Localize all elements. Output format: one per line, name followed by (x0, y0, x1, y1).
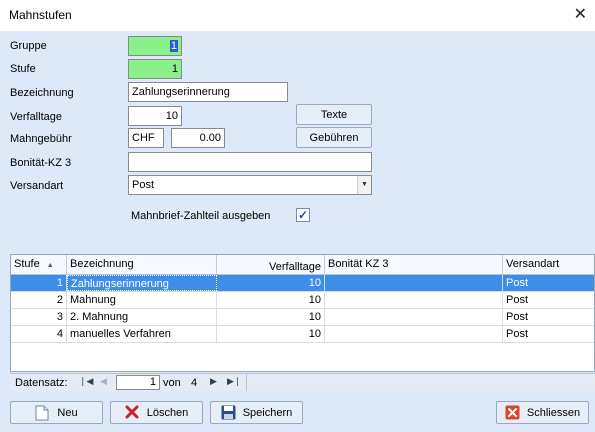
navigator-label: Datensatz: (15, 377, 68, 389)
table-row[interactable]: 3 2. Mahnung 10 Post (11, 309, 594, 326)
loeschen-label: Löschen (146, 406, 189, 419)
bonitaet-field[interactable] (128, 152, 372, 172)
speichern-label: Speichern (242, 406, 293, 419)
column-header-verfalltage[interactable]: Verfalltage (217, 255, 325, 274)
cell-stufe: 2 (11, 292, 67, 308)
last-record-icon[interactable]: ▶❘ (227, 376, 241, 387)
versandart-value: Post (132, 179, 155, 191)
bezeichnung-label: Bezeichnung (10, 87, 74, 99)
previous-record-icon[interactable]: ◀ (100, 376, 107, 387)
cell-bezeichnung: 2. Mahnung (67, 309, 217, 325)
cell-verfalltage: 10 (217, 309, 325, 325)
texte-label: Texte (320, 108, 348, 121)
speichern-button[interactable]: Speichern (210, 401, 303, 424)
schliessen-button[interactable]: Schliessen (496, 401, 589, 424)
window-title: Mahnstufen (9, 8, 72, 22)
cell-bonitaet (325, 326, 503, 342)
navigator-divider (246, 374, 247, 391)
stufe-label: Stufe (10, 63, 36, 75)
sort-ascending-icon: ▲ (46, 262, 54, 269)
cell-versandart: Post (506, 277, 529, 289)
cell-stufe: 1 (11, 275, 67, 291)
cell-verfalltage: 10 (217, 292, 325, 308)
versandart-label: Versandart (10, 180, 64, 192)
cell-versandart: Post (506, 311, 529, 323)
next-record-icon[interactable]: ▶ (210, 376, 217, 387)
zahlteil-checkbox[interactable]: ✓ (296, 208, 310, 222)
mahngebuehr-label: Mahngebühr (10, 133, 72, 145)
schliessen-label: Schliessen (526, 406, 581, 419)
mahngebuehr-currency-field[interactable]: CHF (128, 128, 164, 148)
gruppe-label: Gruppe (10, 40, 47, 52)
texte-button[interactable]: Texte (296, 104, 372, 125)
close-icon[interactable]: ✕ (574, 4, 587, 24)
cell-bonitaet (325, 309, 503, 325)
delete-x-icon (125, 405, 141, 421)
column-header-stufe[interactable]: Stufe ▲ (11, 255, 67, 274)
gebuehren-button[interactable]: Gebühren (296, 127, 372, 148)
zahlteil-label: Mahnbrief-Zahlteil ausgeben (131, 210, 271, 222)
cell-bezeichnung: manuelles Verfahren (67, 326, 217, 342)
cell-stufe: 4 (11, 326, 67, 342)
stufe-field[interactable]: 1 (128, 59, 182, 79)
column-header-bezeichnung[interactable]: Bezeichnung (67, 255, 217, 274)
bonitaet-label: Bonität-KZ 3 (10, 157, 72, 169)
cell-stufe: 3 (11, 309, 67, 325)
verfalltage-label: Verfalltage (10, 111, 62, 123)
gruppe-field[interactable]: 1 (128, 36, 182, 56)
column-header-versandart[interactable]: Versandart (503, 255, 595, 274)
cell-verfalltage: 10 (217, 275, 325, 291)
neu-label: Neu (57, 406, 78, 419)
title-bar: Mahnstufen ✕ (0, 0, 595, 31)
floppy-disk-icon (221, 405, 237, 421)
navigator-of-label: von (163, 377, 181, 389)
cell-bonitaet (325, 275, 503, 291)
record-position-input[interactable]: 1 (116, 375, 160, 390)
first-record-icon[interactable]: ❘◀ (79, 376, 93, 387)
table-row[interactable]: 1 Zahlungserinnerung 10 Post (11, 275, 594, 292)
neu-button[interactable]: Neu (10, 401, 103, 424)
chevron-down-icon[interactable]: ▼ (357, 176, 371, 194)
loeschen-button[interactable]: Löschen (110, 401, 203, 424)
table-row[interactable]: 2 Mahnung 10 Post (11, 292, 594, 309)
cell-bonitaet (325, 292, 503, 308)
cell-bezeichnung: Mahnung (67, 292, 217, 308)
versandart-dropdown[interactable]: Post ▼ (128, 175, 372, 195)
table-header: Stufe ▲ Bezeichnung Verfalltage Bonität … (11, 255, 594, 275)
table-row[interactable]: 4 manuelles Verfahren 10 Post (11, 326, 594, 343)
gebuehren-label: Gebühren (309, 131, 359, 144)
mahnstufen-table: Stufe ▲ Bezeichnung Verfalltage Bonität … (10, 254, 595, 372)
bezeichnung-field[interactable]: Zahlungserinnerung (128, 82, 288, 102)
cell-verfalltage: 10 (217, 326, 325, 342)
cell-versandart: Post (506, 328, 529, 340)
cell-versandart: Post (506, 294, 529, 306)
navigator-total: 4 (191, 377, 198, 389)
new-document-icon (35, 405, 51, 421)
mahngebuehr-amount-field[interactable]: 0.00 (171, 128, 225, 148)
record-navigator: Datensatz: ❘◀ ◀ 1 von 4 ▶ ▶❘ (10, 373, 595, 391)
verfalltage-field[interactable]: 10 (128, 106, 182, 126)
close-x-icon (505, 405, 521, 421)
cell-bezeichnung: Zahlungserinnerung (67, 275, 217, 291)
column-header-bonitaet[interactable]: Bonität KZ 3 (325, 255, 503, 274)
